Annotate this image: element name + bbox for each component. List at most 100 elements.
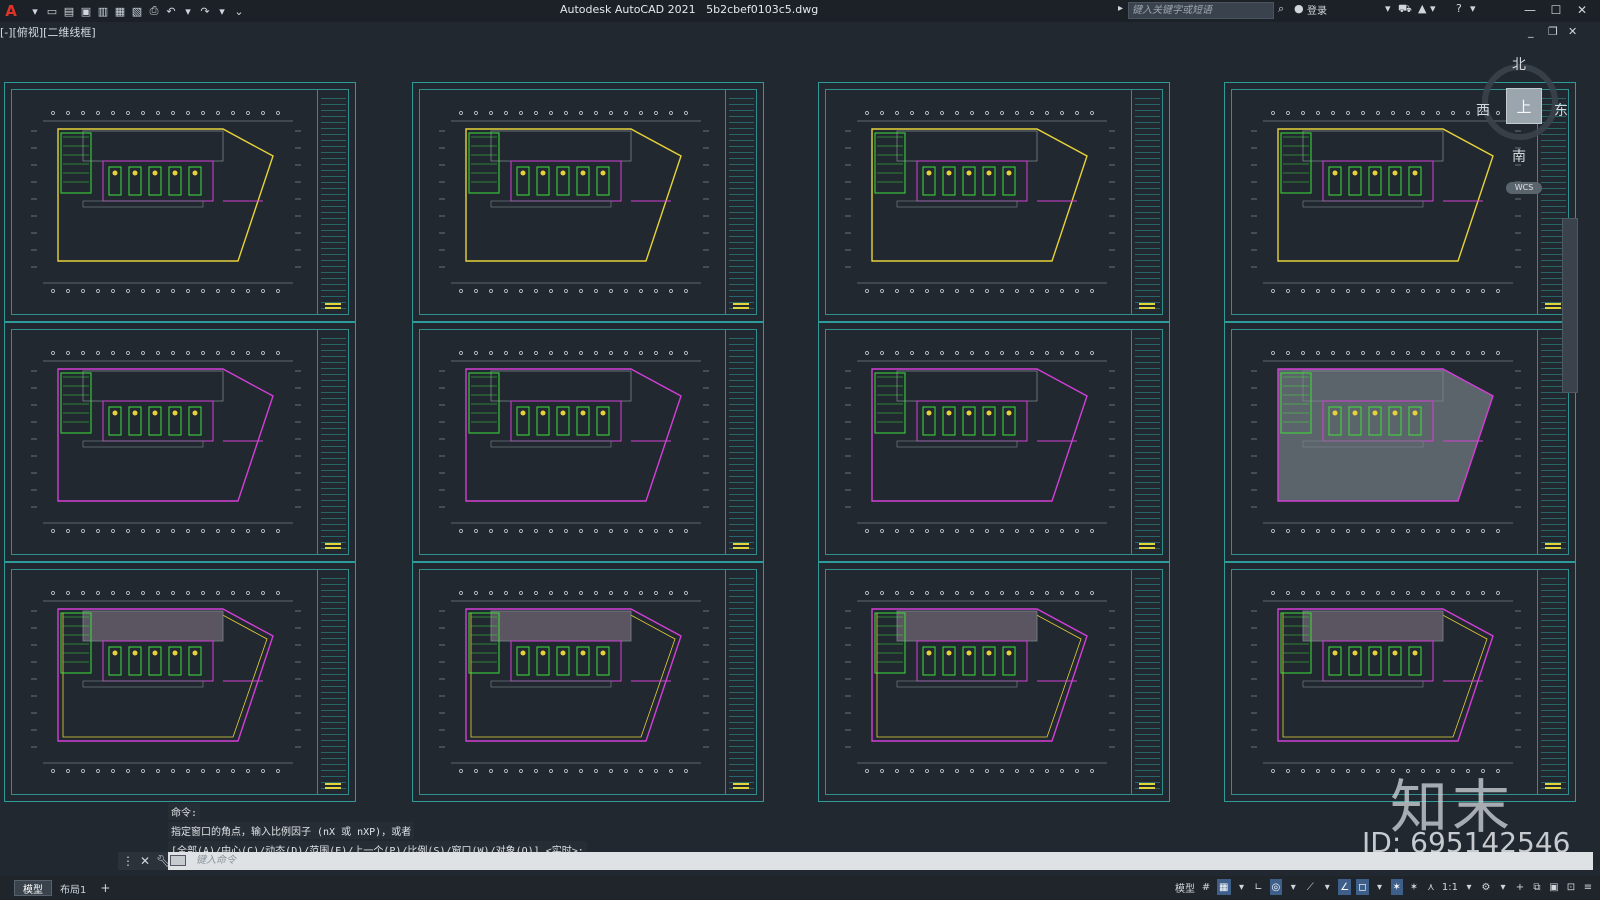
iso-dropdown-icon[interactable]: ▾ — [1321, 879, 1333, 895]
drawing-sheet[interactable] — [818, 562, 1170, 802]
user-icon[interactable]: ● — [1294, 2, 1304, 15]
save-icon[interactable]: ▣ — [79, 4, 93, 18]
login-button[interactable]: 登录 — [1307, 2, 1327, 17]
publish-icon[interactable]: ▦ — [113, 4, 127, 18]
snap-mode-icon[interactable]: ▦ — [1217, 879, 1231, 895]
undo-dropdown-icon[interactable]: ▾ — [181, 4, 195, 18]
floor-plan[interactable] — [23, 341, 313, 541]
annotation-scale-icon[interactable]: ⋏ — [1425, 879, 1437, 895]
doc-restore-icon[interactable]: ❐ — [1548, 25, 1558, 38]
axis-bubble — [171, 351, 175, 355]
object-snap-icon[interactable]: ◻ — [1356, 879, 1369, 895]
units-icon[interactable]: ⧉ — [1531, 879, 1543, 895]
floor-plan[interactable] — [1243, 341, 1533, 541]
axis-bubble — [489, 351, 493, 355]
open-file-icon[interactable]: ▤ — [62, 4, 76, 18]
recent-commands-icon[interactable] — [170, 855, 186, 866]
axis-bubble — [156, 351, 160, 355]
search-expand-icon[interactable]: ▸ — [1118, 3, 1123, 14]
viewport-controls[interactable]: [-][俯视][二维线框] — [0, 24, 96, 40]
workspace-gear-icon[interactable]: ⚙ — [1480, 879, 1492, 895]
model-space-button[interactable]: 模型 — [1175, 879, 1195, 895]
add-layout-icon[interactable]: + — [100, 881, 110, 895]
axis-bubble — [880, 289, 884, 293]
maximize-icon[interactable]: ☐ — [1546, 1, 1566, 19]
floor-plan[interactable] — [837, 581, 1127, 781]
floor-plan[interactable] — [23, 101, 313, 301]
drawing-area[interactable] — [0, 40, 1600, 848]
annotation-scale-value[interactable]: 1:1 — [1442, 879, 1458, 895]
floor-plan[interactable] — [23, 581, 313, 781]
floor-plan[interactable] — [1243, 581, 1533, 781]
auto-scale-icon[interactable]: ✶ — [1408, 879, 1420, 895]
close-icon[interactable]: ✕ — [1572, 1, 1592, 19]
plot-icon[interactable]: ▧ — [130, 4, 144, 18]
object-snap-tracking-icon[interactable]: ∠ — [1338, 879, 1352, 895]
viewcube-top-face[interactable]: 上 — [1506, 88, 1542, 124]
viewcube-west[interactable]: 西 — [1476, 100, 1490, 120]
drawing-sheet[interactable] — [412, 562, 764, 802]
doc-close-icon[interactable]: ✕ — [1568, 25, 1577, 38]
isodraft-icon[interactable]: ⟋ — [1304, 879, 1316, 895]
new-file-icon[interactable]: ▭ — [45, 4, 59, 18]
command-grip-icon[interactable]: ⋮ — [122, 854, 134, 868]
customization-menu-icon[interactable]: ≡ — [1582, 879, 1594, 895]
drawing-sheet[interactable] — [1224, 322, 1576, 562]
drawing-sheet[interactable] — [818, 82, 1170, 322]
redo-icon[interactable]: ↷ — [198, 4, 212, 18]
undo-icon[interactable]: ↶ — [164, 4, 178, 18]
search-input[interactable]: 键入关键字或短语 — [1128, 2, 1274, 19]
floor-plan[interactable] — [837, 101, 1127, 301]
drawing-sheet[interactable] — [818, 322, 1170, 562]
status-tools: 模型 # ▦ ▾ ∟ ◎ ▾ ⟋ ▾ ∠ ◻ ▾ ✶ ✶ ⋏ 1:1 ▾ ⚙ ▾… — [1175, 879, 1594, 895]
cart-icon[interactable]: ⛟ — [1398, 2, 1412, 17]
login-dropdown-icon[interactable]: ▾ — [1385, 2, 1391, 15]
axis-bubble — [985, 289, 989, 293]
polar-tracking-icon[interactable]: ◎ — [1269, 879, 1283, 895]
wcs-menu[interactable]: WCS — [1506, 182, 1542, 194]
floor-plan[interactable] — [837, 341, 1127, 541]
annotation-visibility-icon[interactable]: ✶ — [1390, 879, 1403, 895]
search-icon[interactable]: ⌕ — [1278, 2, 1284, 16]
drawing-sheet[interactable] — [412, 322, 764, 562]
snap-dropdown-icon[interactable]: ▾ — [1236, 879, 1248, 895]
autocad-logo-icon[interactable]: A — [0, 0, 22, 22]
app-menu-chevron-icon[interactable]: ▾ — [28, 4, 42, 18]
tab-model[interactable]: 模型 — [14, 880, 52, 896]
floor-plan[interactable] — [431, 581, 721, 781]
osnap-dropdown-icon[interactable]: ▾ — [1374, 879, 1386, 895]
drawing-sheet[interactable] — [4, 82, 356, 322]
help-icon[interactable]: ? — [1456, 2, 1462, 15]
drawing-sheet[interactable] — [412, 82, 764, 322]
save-as-icon[interactable]: ▥ — [96, 4, 110, 18]
autodesk-app-icon[interactable]: ▲ — [1418, 2, 1426, 15]
scale-dropdown-icon[interactable]: ▾ — [1463, 879, 1475, 895]
floor-plan[interactable] — [431, 101, 721, 301]
apps-dropdown-icon[interactable]: ▾ — [1430, 2, 1436, 15]
print-icon[interactable]: ⎙ — [147, 4, 161, 18]
help-dropdown-icon[interactable]: ▾ — [1470, 2, 1476, 15]
quick-properties-icon[interactable]: ▣ — [1548, 879, 1560, 895]
drawing-sheet[interactable] — [4, 322, 356, 562]
ortho-icon[interactable]: ∟ — [1253, 879, 1265, 895]
title-block — [1131, 89, 1163, 315]
annotation-monitor-icon[interactable]: + — [1514, 879, 1526, 895]
navigation-bar[interactable] — [1562, 218, 1578, 393]
doc-minimize-icon[interactable]: _ — [1528, 25, 1534, 38]
clean-screen-icon[interactable]: ⊡ — [1565, 879, 1577, 895]
polar-dropdown-icon[interactable]: ▾ — [1287, 879, 1299, 895]
viewcube-north[interactable]: 北 — [1512, 54, 1526, 74]
tab-layout1[interactable]: 布局1 — [52, 880, 94, 896]
viewcube-east[interactable]: 东 — [1554, 100, 1568, 120]
redo-dropdown-icon[interactable]: ▾ — [215, 4, 229, 18]
floor-plan[interactable] — [431, 341, 721, 541]
viewcube-south[interactable]: 南 — [1512, 146, 1526, 166]
workspace-dropdown-icon[interactable]: ▾ — [1497, 879, 1509, 895]
viewcube[interactable]: 北 西 东 南 上 WCS — [1462, 50, 1582, 200]
command-close-icon[interactable]: ✕ — [140, 854, 150, 868]
grid-icon[interactable]: # — [1200, 879, 1212, 895]
customize-qat-icon[interactable]: ⌄ — [232, 4, 246, 18]
minimize-icon[interactable]: — — [1520, 1, 1540, 19]
command-input[interactable]: 键入命令 — [168, 852, 1593, 870]
drawing-sheet[interactable] — [4, 562, 356, 802]
